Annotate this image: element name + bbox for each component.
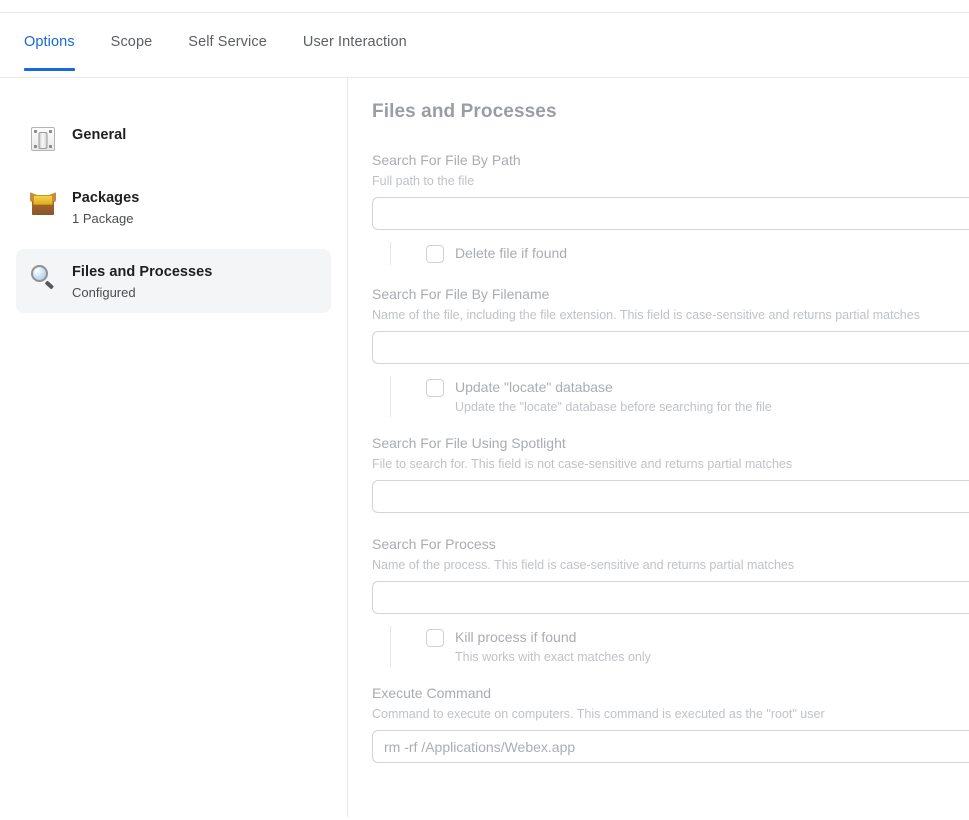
field-execute-command-help: Command to execute on computers. This co… <box>372 707 825 721</box>
update-locate-db-checkbox[interactable] <box>426 379 444 397</box>
sidebar-item-general[interactable]: General <box>16 112 331 165</box>
app-root: Options Scope Self Service User Interact… <box>0 0 969 820</box>
sidebar-item-packages[interactable]: Packages 1 Package <box>16 175 331 239</box>
sidebar-item-packages-text: Packages 1 Package <box>72 187 139 227</box>
update-locate-db-row[interactable]: Update "locate" database <box>426 378 969 397</box>
search-process-input[interactable] <box>372 581 969 614</box>
search-by-path-input[interactable] <box>372 197 969 230</box>
tab-options[interactable]: Options <box>24 34 75 71</box>
field-search-spotlight: Search For File Using Spotlight File to … <box>372 434 969 513</box>
tab-bar: Options Scope Self Service User Interact… <box>0 13 969 78</box>
delete-if-found-block: Delete file if found <box>390 242 969 265</box>
update-locate-db-label: Update "locate" database <box>455 379 613 395</box>
field-search-by-path-label: Search For File By Path <box>372 152 521 168</box>
update-locate-db-help: Update the "locate" database before sear… <box>455 400 772 414</box>
execute-command-input[interactable] <box>372 730 969 763</box>
field-search-spotlight-label: Search For File Using Spotlight <box>372 435 566 451</box>
tab-user-interaction[interactable]: User Interaction <box>303 34 407 71</box>
field-execute-command: Execute Command Command to execute on co… <box>372 684 969 763</box>
package-box-icon <box>30 188 58 216</box>
delete-if-found-checkbox[interactable] <box>426 245 444 263</box>
sidebar-item-general-text: General <box>72 124 126 144</box>
sidebar-item-general-title: General <box>72 127 127 143</box>
delete-if-found-label: Delete file if found <box>455 245 568 261</box>
field-search-by-filename: Search For File By Filename Name of the … <box>372 285 969 364</box>
kill-process-block: Kill process if found This works with ex… <box>390 626 969 667</box>
search-by-filename-input[interactable] <box>372 331 969 364</box>
light-switch-icon <box>30 125 58 153</box>
sidebar-item-files-and-processes-text: Files and Processes Configured <box>72 261 212 301</box>
kill-process-row[interactable]: Kill process if found <box>426 628 969 647</box>
main-content: Files and Processes Search For File By P… <box>348 78 969 820</box>
sidebar-item-packages-title: Packages <box>72 190 140 206</box>
page-title: Files and Processes <box>372 101 557 122</box>
field-search-process: Search For Process Name of the process. … <box>372 535 969 614</box>
tab-self-service[interactable]: Self Service <box>188 34 267 71</box>
tab-scope[interactable]: Scope <box>111 34 153 71</box>
sidebar: General Packages 1 Package Files and Pro… <box>0 78 347 820</box>
kill-process-label: Kill process if found <box>455 629 577 645</box>
field-search-by-path-help: Full path to the file <box>372 174 475 188</box>
field-search-by-path: Search For File By Path Full path to the… <box>372 151 969 230</box>
field-search-process-label: Search For Process <box>372 536 496 552</box>
kill-process-help: This works with exact matches only <box>455 650 651 664</box>
field-search-spotlight-help: File to search for. This field is not ca… <box>372 457 793 471</box>
sidebar-item-files-and-processes[interactable]: Files and Processes Configured <box>16 249 331 313</box>
field-search-process-help: Name of the process. This field is case-… <box>372 558 795 572</box>
magnifying-glass-icon <box>30 262 58 290</box>
field-execute-command-label: Execute Command <box>372 685 492 701</box>
sidebar-item-files-and-processes-title: Files and Processes <box>72 264 213 280</box>
delete-if-found-row[interactable]: Delete file if found <box>426 244 969 263</box>
field-search-by-filename-help: Name of the file, including the file ext… <box>372 308 920 322</box>
field-search-by-filename-label: Search For File By Filename <box>372 286 550 302</box>
sidebar-item-packages-subtitle: 1 Package <box>72 211 134 226</box>
search-spotlight-input[interactable] <box>372 480 969 513</box>
update-locate-db-block: Update "locate" database Update the "loc… <box>390 376 969 417</box>
sidebar-item-files-and-processes-subtitle: Configured <box>72 285 136 300</box>
kill-process-checkbox[interactable] <box>426 629 444 647</box>
